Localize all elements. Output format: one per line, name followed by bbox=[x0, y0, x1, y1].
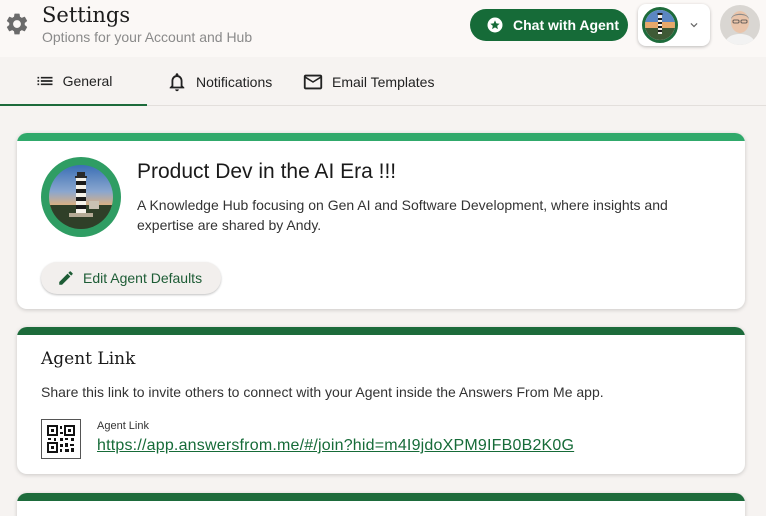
qr-code-graphic bbox=[47, 425, 75, 453]
agent-link-field-label: Agent Link bbox=[97, 420, 149, 432]
card-accent-bar bbox=[17, 493, 745, 501]
agent-link-url[interactable]: https://app.answersfrom.me/#/join?hid=m4… bbox=[97, 437, 574, 455]
qr-code-icon[interactable] bbox=[41, 419, 81, 459]
agent-link-title: Agent Link bbox=[41, 349, 136, 369]
lighthouse-image bbox=[645, 10, 675, 40]
card-accent-bar bbox=[17, 327, 745, 335]
star-badge-icon bbox=[487, 17, 503, 33]
agent-selector[interactable] bbox=[638, 4, 710, 46]
hub-card: Product Dev in the AI Era !!! A Knowledg… bbox=[17, 133, 745, 309]
settings-tabs: General Notifications Email Templates bbox=[0, 58, 766, 106]
list-icon bbox=[37, 76, 53, 86]
gear-icon bbox=[6, 13, 28, 35]
bell-icon bbox=[169, 73, 185, 92]
agent-avatar bbox=[642, 7, 678, 43]
user-avatar[interactable] bbox=[720, 5, 760, 45]
lighthouse-image bbox=[49, 165, 113, 229]
hub-avatar bbox=[41, 157, 121, 237]
edit-agent-defaults-button[interactable]: Edit Agent Defaults bbox=[41, 262, 221, 294]
tab-general-label: General bbox=[62, 73, 113, 89]
chat-with-agent-label: Chat with Agent bbox=[513, 17, 620, 33]
agent-link-card: Agent Link Share this link to invite oth… bbox=[17, 327, 745, 474]
next-settings-card bbox=[17, 493, 745, 516]
page-title: Settings bbox=[42, 3, 131, 27]
app-header: Settings Options for your Account and Hu… bbox=[0, 0, 766, 57]
card-accent-bar bbox=[17, 133, 745, 141]
pencil-icon bbox=[59, 271, 73, 285]
mail-icon bbox=[303, 74, 323, 90]
tab-general[interactable]: General bbox=[0, 58, 147, 106]
tab-email-templates-label: Email Templates bbox=[332, 74, 435, 90]
hub-description: A Knowledge Hub focusing on Gen AI and S… bbox=[137, 197, 668, 233]
agent-link-description: Share this link to invite others to conn… bbox=[41, 384, 604, 400]
user-photo bbox=[720, 5, 760, 45]
chevron-down-icon bbox=[690, 23, 698, 28]
hub-title: Product Dev in the AI Era !!! bbox=[137, 160, 397, 183]
tab-email-templates[interactable]: Email Templates bbox=[302, 58, 434, 106]
edit-agent-defaults-label: Edit Agent Defaults bbox=[83, 270, 203, 286]
page-subtitle: Options for your Account and Hub bbox=[42, 29, 253, 45]
tab-notifications[interactable]: Notifications bbox=[166, 58, 272, 106]
chat-with-agent-button[interactable]: Chat with Agent bbox=[470, 9, 628, 41]
tab-notifications-label: Notifications bbox=[196, 74, 273, 90]
